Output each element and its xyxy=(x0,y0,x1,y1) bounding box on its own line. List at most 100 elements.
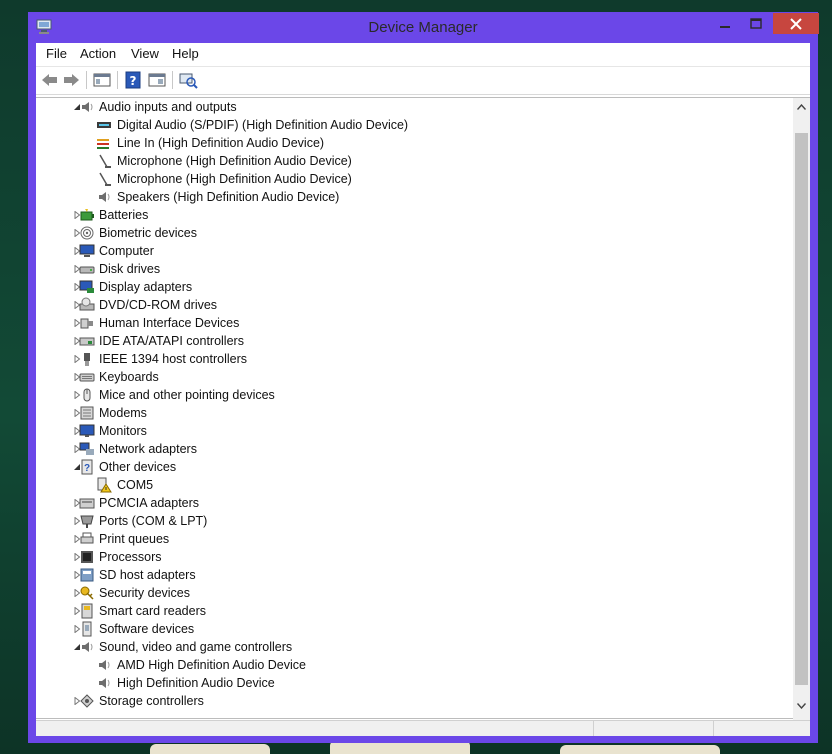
help-icon[interactable]: ? xyxy=(123,71,143,89)
tree-node[interactable]: Digital Audio (S/PDIF) (High Definition … xyxy=(96,116,793,134)
svg-text:?: ? xyxy=(130,74,137,88)
show-hide-console-tree-icon[interactable] xyxy=(92,71,112,89)
speaker-icon xyxy=(99,660,110,670)
vertical-scrollbar[interactable] xyxy=(793,97,810,721)
window-title: Device Manager xyxy=(368,19,478,36)
disk-drive-icon xyxy=(79,266,95,274)
scan-hardware-icon[interactable] xyxy=(178,71,198,89)
status-pane xyxy=(713,721,811,736)
tree-node[interactable]: Human Interface Devices xyxy=(73,314,793,332)
tree-node[interactable]: Disk drives xyxy=(73,260,793,278)
minimize-button[interactable] xyxy=(711,14,739,34)
status-bar xyxy=(36,720,810,736)
monitor-icon xyxy=(79,424,95,437)
close-button[interactable] xyxy=(773,13,819,34)
digital-audio-icon xyxy=(97,122,111,128)
tree-node-label: Mice and other pointing devices xyxy=(99,388,275,402)
tree-node-label: Security devices xyxy=(99,586,191,600)
microphone-icon xyxy=(99,154,111,168)
tree-node[interactable]: Modems xyxy=(73,404,793,422)
scroll-down-arrow-icon[interactable] xyxy=(797,703,806,709)
tree-node[interactable]: COM5 xyxy=(96,476,793,494)
fingerprint-icon xyxy=(80,226,94,240)
desktop-background-shape xyxy=(150,744,270,754)
security-key-icon xyxy=(80,586,94,600)
menu-action[interactable]: Action xyxy=(80,46,116,61)
tree-node[interactable]: Security devices xyxy=(73,584,793,602)
tree-node[interactable]: DVD/CD-ROM drives xyxy=(73,296,793,314)
tree-node-label: High Definition Audio Device xyxy=(117,676,275,690)
tree-node[interactable]: Processors xyxy=(73,548,793,566)
desktop-background-shape xyxy=(560,745,720,754)
tree-node[interactable]: Microphone (High Definition Audio Device… xyxy=(96,152,793,170)
minimize-icon xyxy=(720,26,730,28)
tree-node-label: Audio inputs and outputs xyxy=(99,100,237,114)
properties-icon[interactable] xyxy=(147,71,167,89)
tree-node-label: Speakers (High Definition Audio Device) xyxy=(117,190,340,204)
tree-node[interactable]: Ports (COM & LPT) xyxy=(73,512,793,530)
speaker-icon xyxy=(99,192,110,202)
tree-node[interactable]: Computer xyxy=(73,242,793,260)
line-in-icon xyxy=(97,139,109,149)
toolbar: ? xyxy=(36,66,810,95)
maximize-button[interactable] xyxy=(742,14,770,34)
svg-text:?: ? xyxy=(84,463,90,474)
tree-node-label: Ports (COM & LPT) xyxy=(99,514,208,528)
tree-node[interactable]: Line In (High Definition Audio Device) xyxy=(96,134,793,152)
tree-node-label: Line In (High Definition Audio Device) xyxy=(117,136,325,150)
tree-node[interactable]: Smart card readers xyxy=(73,602,793,620)
tree-node[interactable]: Network adapters xyxy=(73,440,793,458)
tree-node[interactable]: PCMCIA adapters xyxy=(73,494,793,512)
battery-icon xyxy=(80,209,94,221)
tree-node[interactable]: Display adapters xyxy=(73,278,793,296)
tree-node[interactable]: Software devices xyxy=(73,620,793,638)
tree-node[interactable]: Print queues xyxy=(73,530,793,548)
tree-node[interactable]: Speakers (High Definition Audio Device) xyxy=(96,188,793,206)
tree-node[interactable]: AMD High Definition Audio Device xyxy=(96,656,793,674)
tree-node[interactable]: Storage controllers xyxy=(73,692,793,710)
tree-node[interactable]: Biometric devices xyxy=(73,224,793,242)
tree-node[interactable]: High Definition Audio Device xyxy=(96,674,793,692)
pcmcia-icon xyxy=(79,498,95,509)
tree-node[interactable]: SD host adapters xyxy=(73,566,793,584)
tree-node-label: IDE ATA/ATAPI controllers xyxy=(99,334,244,348)
tree-node-label: COM5 xyxy=(117,478,154,492)
tree-node[interactable]: Mice and other pointing devices xyxy=(73,386,793,404)
tree-node-label: Print queues xyxy=(99,532,170,546)
speaker-icon xyxy=(82,642,93,652)
menu-view[interactable]: View xyxy=(131,46,159,61)
toolbar-separator xyxy=(172,71,173,89)
tree-node-label: Computer xyxy=(99,244,154,258)
tree-node-label: SD host adapters xyxy=(99,568,196,582)
menu-file[interactable]: File xyxy=(46,46,67,61)
display-adapter-icon xyxy=(79,280,94,293)
network-adapter-icon xyxy=(79,442,94,455)
tree-node[interactable]: IDE ATA/ATAPI controllers xyxy=(73,332,793,350)
device-tree[interactable]: Audio inputs and outputs Digital Audio (S… xyxy=(36,97,794,719)
title-bar[interactable]: Device Manager xyxy=(28,12,819,44)
menu-help[interactable]: Help xyxy=(172,46,199,61)
tree-node-label: Monitors xyxy=(99,424,147,438)
tree-node[interactable]: IEEE 1394 host controllers xyxy=(73,350,793,368)
tree-node[interactable]: Sound, video and game controllers xyxy=(73,638,793,656)
tree-node[interactable]: Microphone (High Definition Audio Device… xyxy=(96,170,793,188)
tree-node-label: DVD/CD-ROM drives xyxy=(99,298,218,312)
keyboard-icon xyxy=(79,373,95,382)
tree-node-label: PCMCIA adapters xyxy=(99,496,200,510)
client-area: File Action View Help ? Audio inputs and… xyxy=(36,43,810,736)
tree-node-label: IEEE 1394 host controllers xyxy=(99,352,247,366)
tree-node[interactable]: ? Other devices xyxy=(73,458,793,476)
smart-card-reader-icon xyxy=(81,603,93,619)
forward-icon[interactable] xyxy=(61,71,81,89)
software-device-icon xyxy=(82,621,92,637)
tree-node[interactable]: Monitors xyxy=(73,422,793,440)
tree-node[interactable]: Batteries xyxy=(73,206,793,224)
menu-bar: File Action View Help xyxy=(36,43,810,65)
processor-icon xyxy=(81,551,93,563)
scrollbar-thumb[interactable] xyxy=(795,133,808,685)
tree-node-label: Microphone (High Definition Audio Device… xyxy=(117,172,352,186)
scroll-up-arrow-icon[interactable] xyxy=(797,104,806,110)
back-icon[interactable] xyxy=(40,71,60,89)
tree-node[interactable]: Keyboards xyxy=(73,368,793,386)
tree-node[interactable]: Audio inputs and outputs xyxy=(73,98,793,116)
